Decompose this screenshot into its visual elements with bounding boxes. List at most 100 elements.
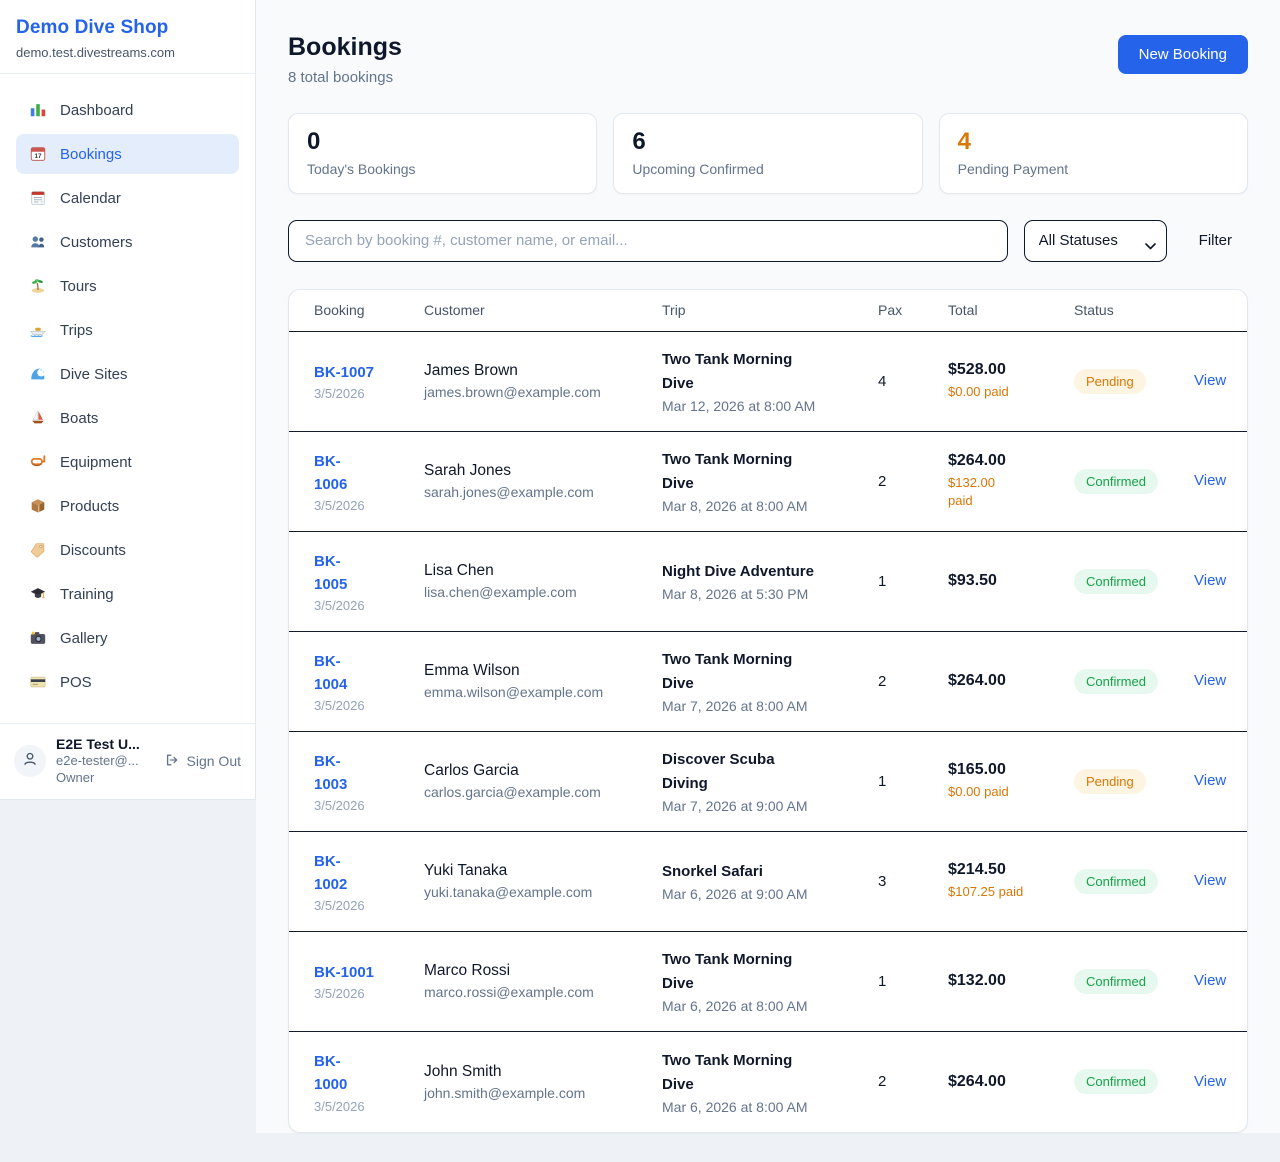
customer-email: sarah.jones@example.com (424, 484, 648, 500)
booking-id-link[interactable]: BK- 1006 (314, 450, 347, 497)
user-icon (21, 750, 39, 773)
training-icon (28, 584, 48, 604)
total-amount: $264.00 (948, 1073, 1060, 1091)
view-link[interactable]: View (1194, 572, 1226, 589)
customer-email: emma.wilson@example.com (424, 684, 648, 700)
tours-icon (28, 276, 48, 296)
sidebar-item-boats[interactable]: Boats (16, 398, 239, 438)
brand-name: Demo Dive Shop (16, 17, 239, 39)
filter-row: All Statuses Filter (288, 220, 1248, 262)
sidebar-item-label: Equipment (60, 454, 132, 471)
booking-id-link[interactable]: BK- 1004 (314, 650, 347, 697)
sidebar-item-trips[interactable]: Trips (16, 310, 239, 350)
trip-name: Two Tank Morning Dive (662, 948, 864, 996)
sidebar-item-label: Dashboard (60, 102, 133, 119)
status-badge: Confirmed (1074, 1069, 1158, 1094)
customer-name: Yuki Tanaka (424, 862, 648, 880)
table-row: BK-1001 3/5/2026 Marco Rossi marco.rossi… (289, 932, 1247, 1032)
total-amount: $214.50 (948, 861, 1060, 879)
paid-amount: $0.00 paid (948, 383, 1060, 401)
sidebar-item-bookings[interactable]: 17 Bookings (16, 134, 239, 174)
status-badge: Confirmed (1074, 969, 1158, 994)
sidebar-item-tours[interactable]: Tours (16, 266, 239, 306)
sidebar-item-pos[interactable]: POS (16, 662, 239, 702)
new-booking-button[interactable]: New Booking (1118, 35, 1248, 74)
booking-id-link[interactable]: BK- 1000 (314, 1050, 347, 1097)
booking-id-link[interactable]: BK- 1002 (314, 850, 347, 897)
stats-cards: 0 Today's Bookings 6 Upcoming Confirmed … (288, 113, 1248, 194)
trip-datetime: Mar 6, 2026 at 9:00 AM (662, 886, 864, 902)
status-badge: Confirmed (1074, 569, 1158, 594)
pax-count: 2 (878, 1073, 948, 1090)
filter-button[interactable]: Filter (1183, 220, 1248, 262)
sidebar-item-dashboard[interactable]: Dashboard (16, 90, 239, 130)
customer-email: james.brown@example.com (424, 384, 648, 400)
booking-id-link[interactable]: BK- 1003 (314, 750, 347, 797)
search-input[interactable] (288, 220, 1008, 262)
stat-card-todays-bookings: 0 Today's Bookings (288, 113, 597, 194)
view-link[interactable]: View (1194, 872, 1226, 889)
discounts-icon (28, 540, 48, 560)
gallery-icon (28, 628, 48, 648)
pos-icon (28, 672, 48, 692)
column-header-total: Total (948, 302, 1074, 318)
sidebar-item-equipment[interactable]: Equipment (16, 442, 239, 482)
sidebar-item-label: Dive Sites (60, 366, 128, 383)
view-link[interactable]: View (1194, 672, 1226, 689)
table-body: BK-1007 3/5/2026 James Brown james.brown… (289, 332, 1247, 1132)
column-header-booking: Booking (314, 302, 424, 318)
sidebar-item-label: Tours (60, 278, 97, 295)
status-filter-select[interactable]: All Statuses (1024, 220, 1167, 262)
booking-id-link[interactable]: BK-1001 (314, 961, 374, 984)
table-row: BK- 1003 3/5/2026 Carlos Garcia carlos.g… (289, 732, 1247, 832)
booking-date: 3/5/2026 (314, 986, 410, 1001)
sign-out-button[interactable]: Sign Out (160, 752, 241, 771)
view-link[interactable]: View (1194, 472, 1226, 489)
sidebar-item-calendar[interactable]: Calendar (16, 178, 239, 218)
view-link[interactable]: View (1194, 772, 1226, 789)
sidebar-item-gallery[interactable]: Gallery (16, 618, 239, 658)
table-row: BK- 1002 3/5/2026 Yuki Tanaka yuki.tanak… (289, 832, 1247, 932)
view-link[interactable]: View (1194, 372, 1226, 389)
stat-value: 6 (632, 128, 903, 157)
view-link[interactable]: View (1194, 1073, 1226, 1090)
customer-name: Emma Wilson (424, 662, 648, 680)
sidebar-item-training[interactable]: Training (16, 574, 239, 614)
trip-name: Snorkel Safari (662, 860, 864, 884)
calendar-icon (28, 188, 48, 208)
sidebar-item-label: Products (60, 498, 119, 515)
sign-out-label: Sign Out (187, 753, 241, 769)
sidebar-item-customers[interactable]: Customers (16, 222, 239, 262)
table-row: BK- 1005 3/5/2026 Lisa Chen lisa.chen@ex… (289, 532, 1247, 632)
sidebar-item-label: Customers (60, 234, 133, 251)
table-header: Booking Customer Trip Pax Total Status (289, 290, 1247, 332)
sidebar-item-label: Discounts (60, 542, 126, 559)
view-link[interactable]: View (1194, 972, 1226, 989)
svg-text:17: 17 (34, 153, 42, 160)
trip-datetime: Mar 8, 2026 at 8:00 AM (662, 498, 864, 514)
total-amount: $165.00 (948, 761, 1060, 779)
trip-name: Two Tank Morning Dive (662, 648, 864, 696)
sidebar-item-products[interactable]: Products (16, 486, 239, 526)
trip-datetime: Mar 8, 2026 at 5:30 PM (662, 586, 864, 602)
sidebar-item-dive-sites[interactable]: Dive Sites (16, 354, 239, 394)
booking-date: 3/5/2026 (314, 386, 410, 401)
status-badge: Pending (1074, 369, 1146, 394)
paid-amount: $0.00 paid (948, 783, 1060, 801)
equipment-icon (28, 452, 48, 472)
pax-count: 4 (878, 373, 948, 390)
main-content: Bookings 8 total bookings New Booking 0 … (256, 0, 1280, 1133)
trips-icon (28, 320, 48, 340)
booking-id-link[interactable]: BK-1007 (314, 361, 374, 384)
column-header-status: Status (1074, 302, 1194, 318)
booking-id-link[interactable]: BK- 1005 (314, 550, 347, 597)
stat-value: 4 (958, 128, 1229, 157)
customer-name: Sarah Jones (424, 462, 648, 480)
customers-icon (28, 232, 48, 252)
sidebar-item-discounts[interactable]: Discounts (16, 530, 239, 570)
customer-name: Carlos Garcia (424, 762, 648, 780)
trip-name: Two Tank Morning Dive (662, 1049, 864, 1097)
user-info: E2E Test U... e2e-tester@... Owner (56, 736, 160, 787)
avatar (14, 745, 46, 777)
pax-count: 3 (878, 873, 948, 890)
